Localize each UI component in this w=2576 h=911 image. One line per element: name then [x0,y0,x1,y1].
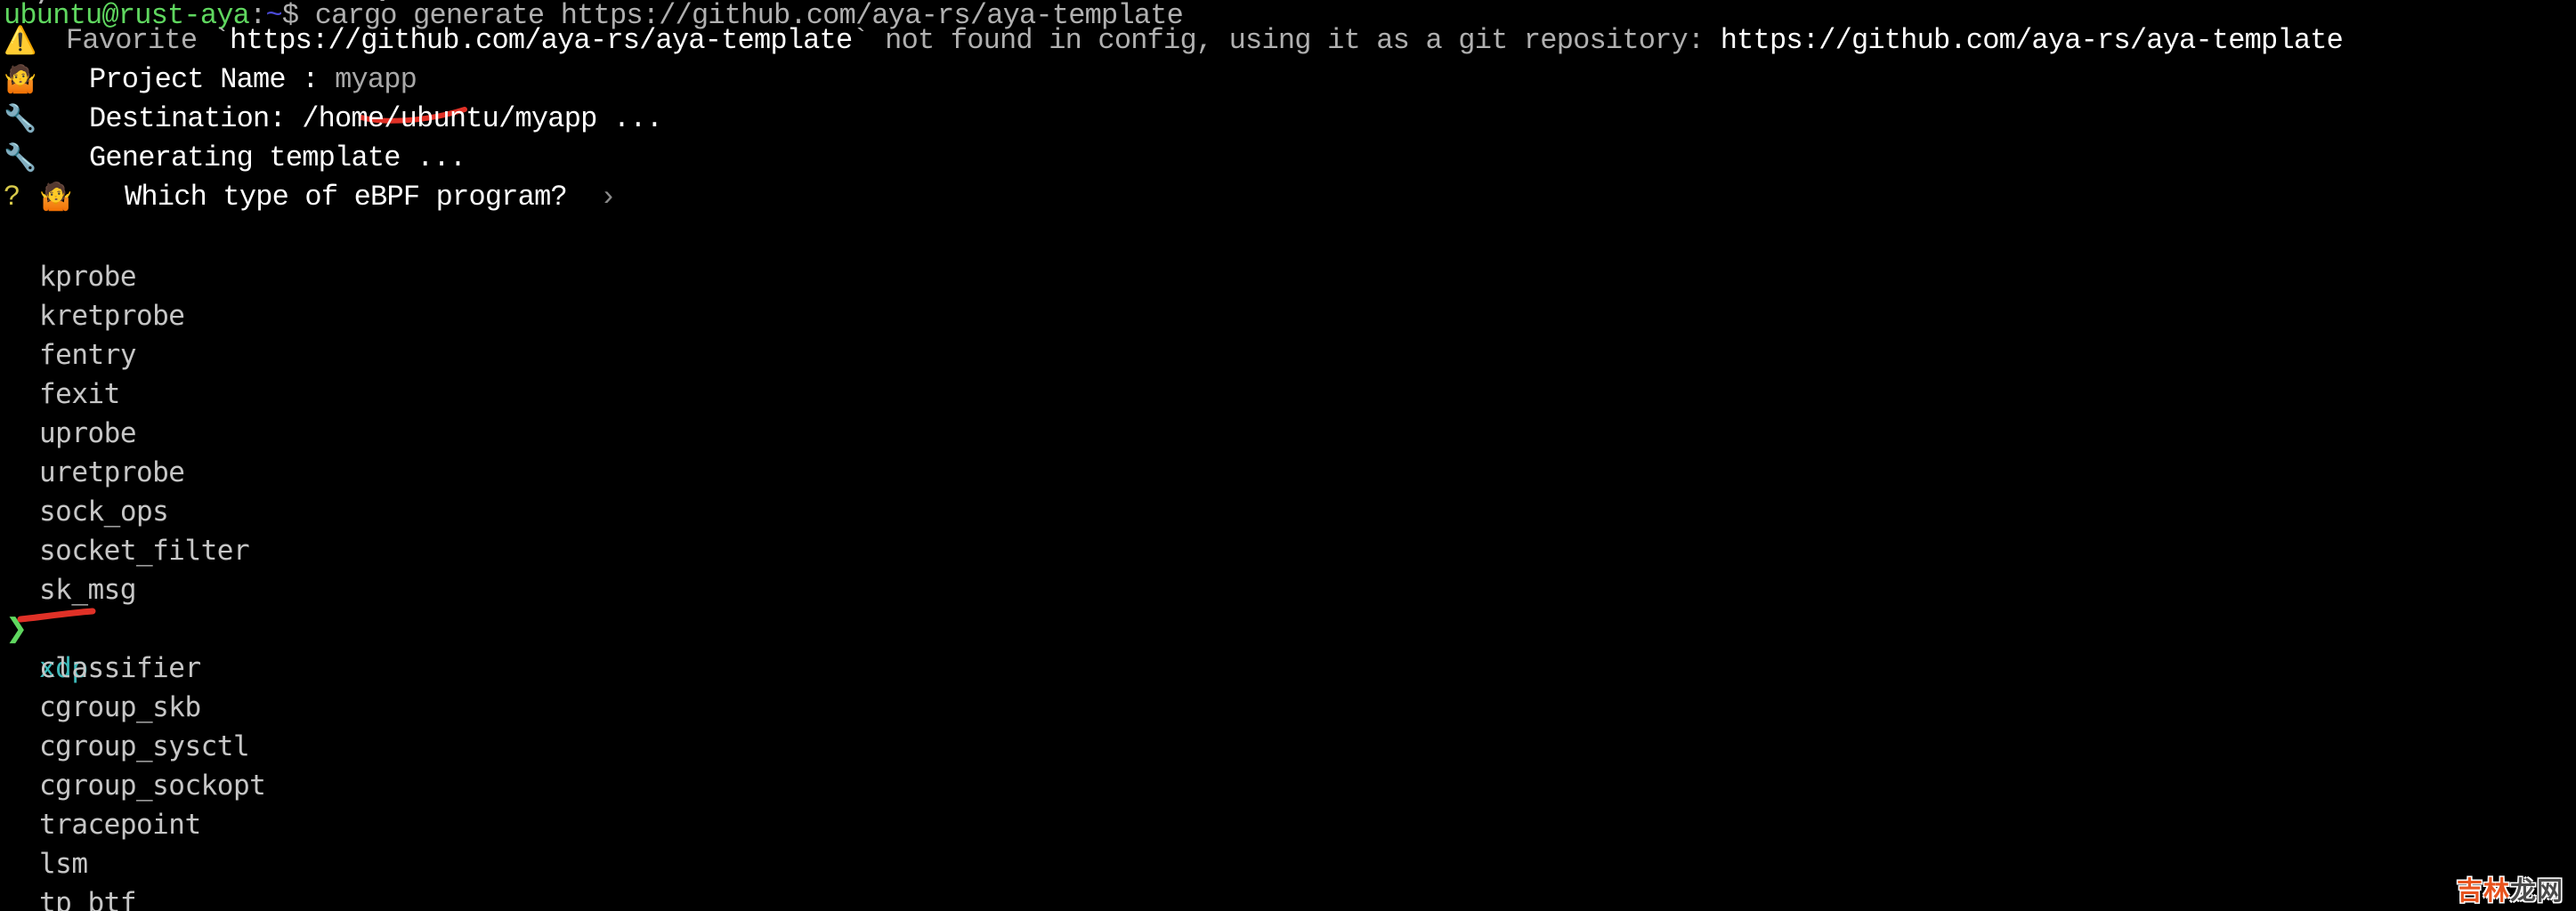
list-item[interactable]: cgroup_skb [0,649,201,723]
warning-text-pre: Favorite ` [66,24,231,57]
list-item[interactable]: socket_filter [0,492,250,567]
generating-template-line: Generating template ... [89,141,466,174]
list-item[interactable]: sk_msg [0,531,136,606]
shrug-person-icon: 🤷 [4,64,37,95]
terminal-window: / . ubuntu@rust-aya:~$ cargo generate ht… [0,0,2576,911]
option-label: cgroup_sysctl [39,730,250,762]
favorite-not-found-warning: Favorite `https://github.com/aya-rs/aya-… [66,21,2344,60]
option-label: cgroup_sockopt [39,770,266,802]
list-item[interactable]: tracepoint [0,766,201,841]
watermark-primary: 吉林 [2456,875,2510,906]
wrench-icon: 🔧 [4,103,37,134]
list-item[interactable]: kprobe [0,218,136,293]
list-item[interactable]: fentry [0,296,136,371]
warning-template-url-1: https://github.com/aya-rs/aya-template [230,24,853,57]
list-item[interactable]: uretprobe [0,414,185,488]
list-item[interactable]: kretprobe [0,257,185,332]
warning-text-mid: ` not found in config, using it as a git… [852,24,1721,57]
chevron-right-icon: › [599,181,617,214]
watermark: 吉林龙网 [2457,875,2564,906]
destination-line: Destination: /home/ubuntu/myapp ... [89,102,663,135]
list-item[interactable]: lsm [0,805,88,880]
option-label: tp_btf [39,887,136,911]
project-name-line: Project Name : myapp [89,60,417,100]
list-item[interactable]: fexit [0,335,120,410]
wrench-icon: 🔧 [4,142,37,173]
list-item[interactable]: tp_btf [0,844,136,911]
list-item-selected[interactable]: ❯ xdp [0,570,88,684]
shrug-person-icon: 🤷 [39,181,73,213]
warning-template-url-2: https://github.com/aya-rs/aya-template [1720,24,2344,57]
list-item[interactable]: sock_ops [0,453,169,528]
warning-sign-icon: ⚠️ [4,25,37,56]
project-name-value: myapp [335,63,417,96]
question-marker: ? [4,181,21,214]
ebpf-program-type-question: Which type of eBPF program? › [125,178,617,217]
list-item[interactable]: cgroup_sockopt [0,727,266,802]
project-name-label: Project Name : [89,63,336,96]
list-item[interactable]: classifier [0,609,201,684]
option-label: socket_filter [39,535,250,567]
question-text: Which type of eBPF program? [125,181,568,214]
list-item[interactable]: uprobe [0,375,136,449]
list-item[interactable]: cgroup_sysctl [0,688,250,762]
watermark-secondary: 龙网 [2509,875,2564,906]
